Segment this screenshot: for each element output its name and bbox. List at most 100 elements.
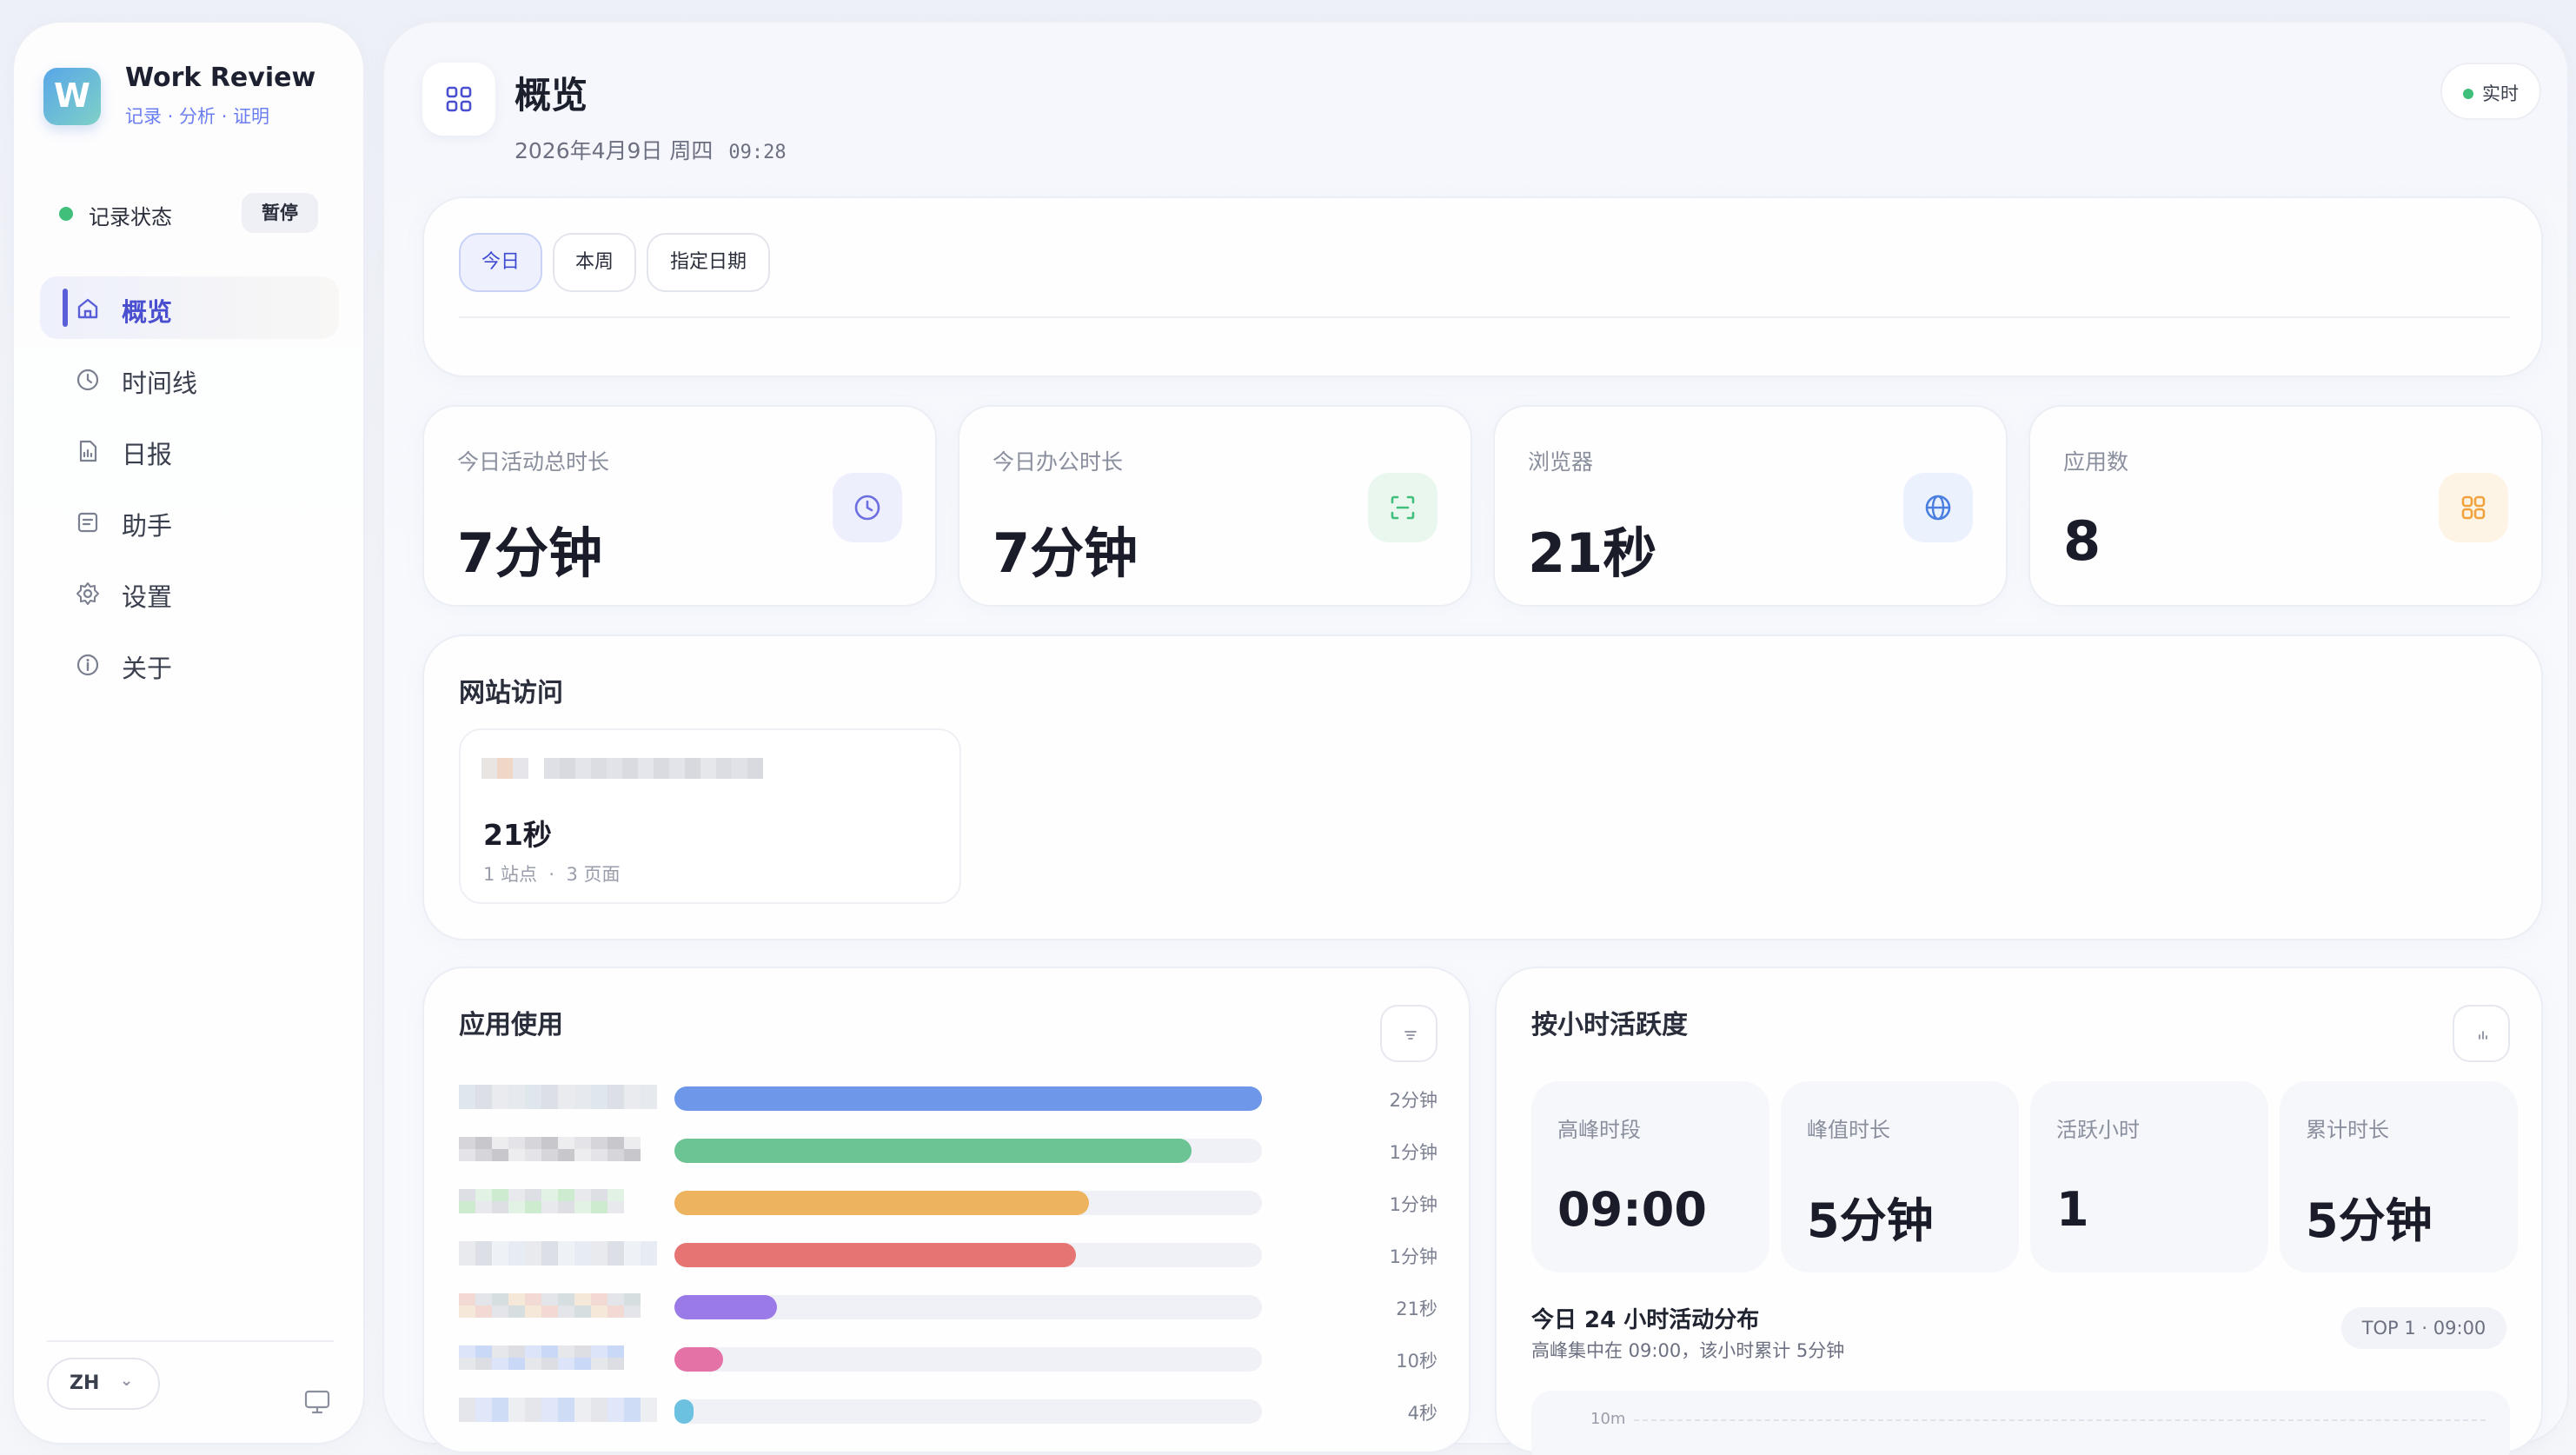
kpi-value: 5分钟 (2306, 1193, 2433, 1248)
stat-icon (2439, 473, 2508, 542)
kpi-total-duration: 累计时长 5分钟 (2280, 1081, 2518, 1272)
sidebar-item-label: 时间线 (122, 369, 198, 398)
sort-button[interactable] (1380, 1005, 1437, 1062)
gridline (1634, 1419, 2486, 1421)
usage-duration: 10秒 (1396, 1351, 1437, 1372)
kpi-label: 活跃小时 (2056, 1118, 2140, 1142)
stat-card-office-time: 今日办公时长 7分钟 (958, 405, 1472, 607)
usage-bar (674, 1191, 1089, 1215)
stat-icon (1903, 473, 1973, 542)
stat-icon (1368, 473, 1437, 542)
site-duration: 21秒 (483, 818, 552, 852)
sidebar-item-label: 关于 (122, 654, 173, 683)
usage-bar (674, 1139, 1192, 1163)
sidebar-item-label: 设置 (122, 582, 173, 612)
scan-icon (1391, 495, 1415, 520)
stat-value: 8 (2063, 509, 2101, 573)
sidebar-item-about[interactable]: 关于 (40, 633, 339, 695)
usage-duration: 21秒 (1396, 1299, 1437, 1319)
stat-label: 今日办公时长 (993, 449, 1124, 475)
website-visits-card: 网站访问 21秒 1 站点 · 3 页面 (422, 634, 2543, 940)
usage-bar-track (674, 1243, 1262, 1267)
section-title: 按小时活跃度 (1531, 1010, 1688, 1040)
section-title: 应用使用 (459, 1010, 563, 1040)
stat-value: 7分钟 (457, 522, 603, 585)
active-indicator (63, 289, 68, 327)
app-name-redacted (459, 1137, 641, 1161)
sidebar-item-report[interactable]: 日报 (40, 419, 339, 482)
sidebar-item-settings[interactable]: 设置 (40, 561, 339, 624)
kpi-value: 09:00 (1557, 1182, 1707, 1237)
usage-bar-track (674, 1295, 1262, 1319)
app-usage-row[interactable]: 2分钟 (459, 1081, 1437, 1116)
report-icon (79, 440, 97, 462)
sidebar-divider (47, 1340, 334, 1342)
sidebar-item-assistant[interactable]: 助手 (40, 490, 339, 553)
tab-custom-date[interactable]: 指定日期 (647, 233, 770, 292)
top-hour-badge: TOP 1 · 09:00 (2341, 1307, 2506, 1349)
filter-divider (459, 316, 2510, 318)
stat-card-browser: 浏览器 21秒 (1493, 405, 2008, 607)
live-dot (2463, 89, 2473, 99)
usage-bar (674, 1295, 777, 1319)
page-date: 2026年4月9日 周四 09:28 (515, 138, 787, 163)
stat-card-app-count: 应用数 8 (2028, 405, 2543, 607)
sidebar-item-overview[interactable]: 概览 (40, 276, 339, 339)
date-filter-card: 今日 本周 指定日期 (422, 196, 2543, 377)
usage-bar (674, 1399, 694, 1424)
clock-icon (76, 369, 99, 391)
y-tick-label: 10m (1590, 1410, 1626, 1428)
apps-icon (2461, 495, 2486, 520)
usage-bar-track (674, 1191, 1262, 1215)
tab-this-week[interactable]: 本周 (553, 233, 636, 292)
usage-bar-track (674, 1399, 1262, 1424)
sidebar-item-timeline[interactable]: 时间线 (40, 348, 339, 410)
stat-label: 今日活动总时长 (457, 449, 610, 475)
chart-toggle-button[interactable] (2453, 1005, 2510, 1062)
page-time: 09:28 (728, 142, 787, 163)
app-name-redacted (459, 1241, 657, 1266)
section-title: 网站访问 (459, 678, 563, 708)
usage-duration: 1分钟 (1389, 1194, 1437, 1215)
app-usage-row[interactable]: 1分钟 (459, 1133, 1437, 1168)
assistant-icon (77, 512, 98, 533)
recording-status-label: 记录状态 (89, 205, 172, 229)
app-name-redacted (459, 1085, 657, 1109)
tab-today[interactable]: 今日 (459, 233, 542, 292)
kpi-label: 峰值时长 (1807, 1118, 1890, 1142)
sidebar-item-label: 日报 (122, 440, 173, 469)
app-usage-row[interactable]: 1分钟 (459, 1186, 1437, 1220)
kpi-peak-hour: 高峰时段 09:00 (1531, 1081, 1769, 1272)
globe-icon (1925, 495, 1951, 521)
app-usage-row[interactable]: 10秒 (459, 1342, 1437, 1377)
language-label: ZH (70, 1372, 100, 1394)
kpi-value: 1 (2056, 1182, 2089, 1237)
language-select[interactable]: ZH ⌄ (47, 1358, 160, 1410)
usage-duration: 1分钟 (1389, 1246, 1437, 1267)
usage-bar (674, 1243, 1076, 1267)
kpi-label: 累计时长 (2306, 1118, 2389, 1142)
chevron-down-icon: ⌄ (120, 1372, 134, 1390)
sidebar-item-label: 概览 (122, 297, 173, 327)
app-usage-row[interactable]: 21秒 (459, 1290, 1437, 1325)
stat-value: 7分钟 (993, 522, 1139, 585)
site-meta: 1 站点 · 3 页面 (483, 864, 621, 885)
recording-status-dot (59, 207, 73, 221)
usage-bar-track (674, 1086, 1262, 1111)
live-label: 实时 (2482, 83, 2519, 104)
usage-duration: 1分钟 (1389, 1142, 1437, 1163)
page-title: 概览 (515, 74, 588, 116)
stat-label: 浏览器 (1528, 449, 1594, 475)
app-usage-row[interactable]: 4秒 (459, 1394, 1437, 1429)
sidebar-item-label: 助手 (122, 511, 173, 541)
kpi-value: 5分钟 (1807, 1193, 1934, 1248)
monitor-icon[interactable] (302, 1389, 332, 1415)
app-usage-row[interactable]: 1分钟 (459, 1238, 1437, 1272)
app-name-redacted (459, 1345, 624, 1370)
app-logo: W (43, 68, 101, 125)
usage-bar (674, 1347, 723, 1372)
pause-button[interactable]: 暂停 (242, 193, 318, 233)
site-name-redacted (481, 758, 763, 779)
app-name-redacted (459, 1398, 657, 1422)
site-entry[interactable]: 21秒 1 站点 · 3 页面 (459, 728, 961, 904)
